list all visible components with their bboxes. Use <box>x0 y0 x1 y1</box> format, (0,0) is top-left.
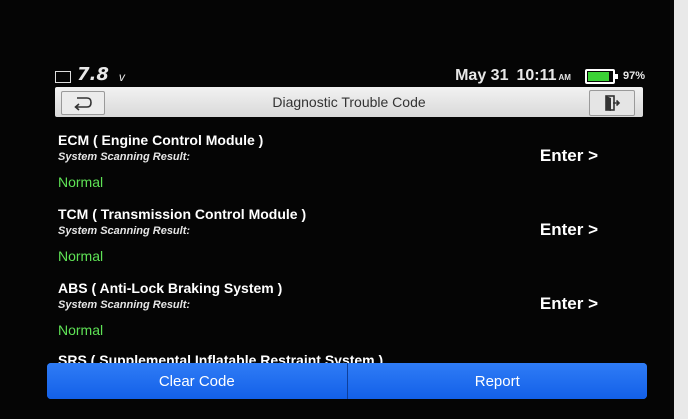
photo-border <box>674 0 688 419</box>
status-time-group: 10:11 AM <box>516 67 571 85</box>
status-bar: 7.8 v May 31 10:11 AM 97% <box>55 66 645 86</box>
module-status: Normal <box>58 174 104 190</box>
status-right: May 31 10:11 AM 97% <box>455 67 645 85</box>
module-row-abs: ABS ( Anti-Lock Braking System ) System … <box>58 280 633 354</box>
module-status: Normal <box>58 248 104 264</box>
enter-button-abs[interactable]: Enter > <box>540 294 598 314</box>
status-left: 7.8 v <box>55 66 125 84</box>
status-ampm: AM <box>558 73 571 82</box>
battery-percent: 97% <box>622 70 645 82</box>
battery-icon <box>584 68 618 84</box>
battery-voltage-icon <box>55 71 71 83</box>
status-date: May 31 <box>455 67 509 84</box>
module-row-ecm: ECM ( Engine Control Module ) System Sca… <box>58 132 633 206</box>
clear-code-button[interactable]: Clear Code <box>47 363 347 399</box>
exit-door-icon <box>605 95 621 111</box>
page-title: Diagnostic Trouble Code <box>272 94 426 110</box>
device-screen: 7.8 v May 31 10:11 AM 97% Diagnostic Trou… <box>0 0 674 419</box>
module-list: ECM ( Engine Control Module ) System Sca… <box>58 132 633 354</box>
voltage-unit: v <box>118 70 125 84</box>
module-row-tcm: TCM ( Transmission Control Module ) Syst… <box>58 206 633 280</box>
title-bar: Diagnostic Trouble Code <box>55 87 643 117</box>
voltage-value: 7.8 <box>77 64 109 85</box>
enter-button-tcm[interactable]: Enter > <box>540 220 598 240</box>
battery-fill <box>587 71 610 81</box>
enter-button-ecm[interactable]: Enter > <box>540 146 598 166</box>
status-time: 10:11 <box>516 67 557 84</box>
bottom-action-bar: Clear Code Report <box>47 363 647 399</box>
exit-button[interactable] <box>589 90 635 116</box>
report-button[interactable]: Report <box>347 363 647 399</box>
module-status: Normal <box>58 322 104 338</box>
